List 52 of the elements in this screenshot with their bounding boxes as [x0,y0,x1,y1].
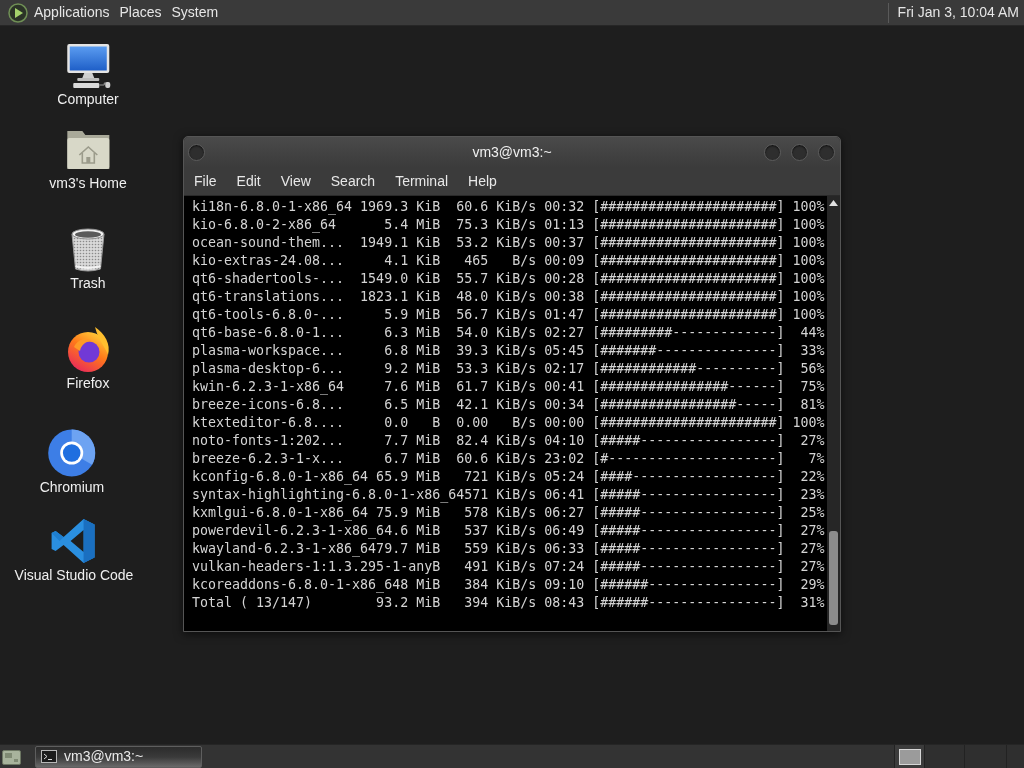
scrollbar-track[interactable] [827,196,840,631]
taskbar-button[interactable]: vm3@vm3:~ [35,745,202,768]
menu-logo-icon[interactable] [8,2,28,23]
terminal-line: qt6-shadertools-... 1549.0 KiB 55.7 KiB/s 00:28 [######################] 100% [192,270,825,288]
desktop-shortcut[interactable]: Computer [55,41,121,107]
desktop-shortcut[interactable]: Trash [62,225,114,291]
terminal-line: kwayland-6.2.3-1-x86_6479.7 MiB 559 KiB/s 06:33 [#####-----------------] 27% [192,540,825,558]
desktop-shortcut[interactable]: vm3's Home [47,125,129,191]
clock[interactable]: Fri Jan 3, 10:04 AM [897,2,1024,23]
terminal-line: plasma-workspace... 6.8 MiB 39.3 KiB/s 05:45 [#######---------------] 33% [192,342,825,360]
menu-item[interactable]: Terminal [385,167,459,195]
monitor-icon [64,41,112,89]
terminal-line: powerdevil-6.2.3-1-x86_64.6 MiB 537 KiB/s 06:49 [#####-----------------] 27% [192,522,825,540]
window-thumbnail [898,748,921,765]
scrollbar-thumb[interactable] [829,531,838,625]
panel-menu[interactable]: Applications [29,0,115,25]
terminal-line: plasma-desktop-6... 9.2 MiB 53.3 KiB/s 02:17 [############----------] 56% [192,360,825,378]
terminal-line: Total ( 13/147) 93.2 MiB 394 KiB/s 08:43 [######----------------] 31% [192,594,825,612]
terminal-line: breeze-icons-6.8... 6.5 MiB 42.1 KiB/s 00:34 [#################-----] 81% [192,396,825,414]
terminal-line: qt6-base-6.8.0-1... 6.3 MiB 54.0 KiB/s 02:27 [#########-------------] 44% [192,324,825,342]
terminal-line: kio-6.8.0-2-x86_64 5.4 MiB 75.3 KiB/s 01:13 [######################] 100% [192,216,825,234]
terminal-line: noto-fonts-1:202... 7.7 MiB 82.4 KiB/s 04:10 [#####-----------------] 27% [192,432,825,450]
desktop-shortcut[interactable]: Firefox [62,325,114,391]
menu-item[interactable]: View [270,167,321,195]
terminal-line: kxmlgui-6.8.0-1-x86_64 75.9 MiB 578 KiB/s 06:27 [#####-----------------] 25% [192,504,825,522]
menu-item[interactable]: Help [458,167,507,195]
panel-menu[interactable]: Places [114,0,167,25]
desktop-shortcut[interactable]: Visual Studio Code [12,517,136,583]
chromium-logo-icon [48,429,96,477]
menu-item[interactable]: Edit [226,167,271,195]
terminal-icon [41,750,57,763]
scroll-up-arrow-icon[interactable] [829,200,838,206]
panel-menu[interactable]: System [166,0,224,25]
terminal-line: vulkan-headers-1:1.3.295-1-anyB 491 KiB/s 07:24 [#####-----------------] 27% [192,558,825,576]
terminal-line: kconfig-6.8.0-1-x86_64 65.9 MiB 721 KiB/s 05:24 [####------------------] 22% [192,468,825,486]
workspace-switcher[interactable] [894,745,1024,768]
show-desktop-icon[interactable] [2,747,21,766]
desktop-shortcut[interactable]: Chromium [37,429,107,495]
vscode-logo-icon [50,517,98,565]
terminal-line: ktexteditor-6.8.... 0.0 B 0.00 B/s 00:00 [######################] 100% [192,414,825,432]
terminal-line: kio-extras-24.08... 4.1 KiB 465 B/s 00:09 [######################] 100% [192,252,825,270]
terminal-line: qt6-tools-6.8.0-... 5.9 MiB 56.7 KiB/s 01:47 [######################] 100% [192,306,825,324]
window-title: vm3@vm3:~ [472,142,552,162]
menu-item[interactable]: File [184,167,227,195]
terminal-line: ocean-sound-them... 1949.1 KiB 53.2 KiB/s 00:37 [######################] 100% [192,234,825,252]
terminal-line: qt6-translations... 1823.1 KiB 48.0 KiB/s 00:38 [######################] 100% [192,288,825,306]
terminal-line: ki18n-6.8.0-1-x86_64 1969.3 KiB 60.6 KiB/s 00:32 [######################] 100% [192,198,825,216]
terminal-line: breeze-6.2.3-1-x... 6.7 MiB 60.6 KiB/s 23:02 [#---------------------] 7% [192,450,825,468]
terminal-line: kcoreaddons-6.8.0-1-x86_648 MiB 384 KiB/s 09:10 [######----------------] 29% [192,576,825,594]
terminal-line: syntax-highlighting-6.8.0-1-x86_64571 KiB/s 06:41 [#####-----------------] 23% [192,486,825,504]
terminal-line: kwin-6.2.3-1-x86_64 7.6 MiB 61.7 KiB/s 00:41 [################------] 75% [192,378,825,396]
menu-item[interactable]: Search [320,167,386,195]
